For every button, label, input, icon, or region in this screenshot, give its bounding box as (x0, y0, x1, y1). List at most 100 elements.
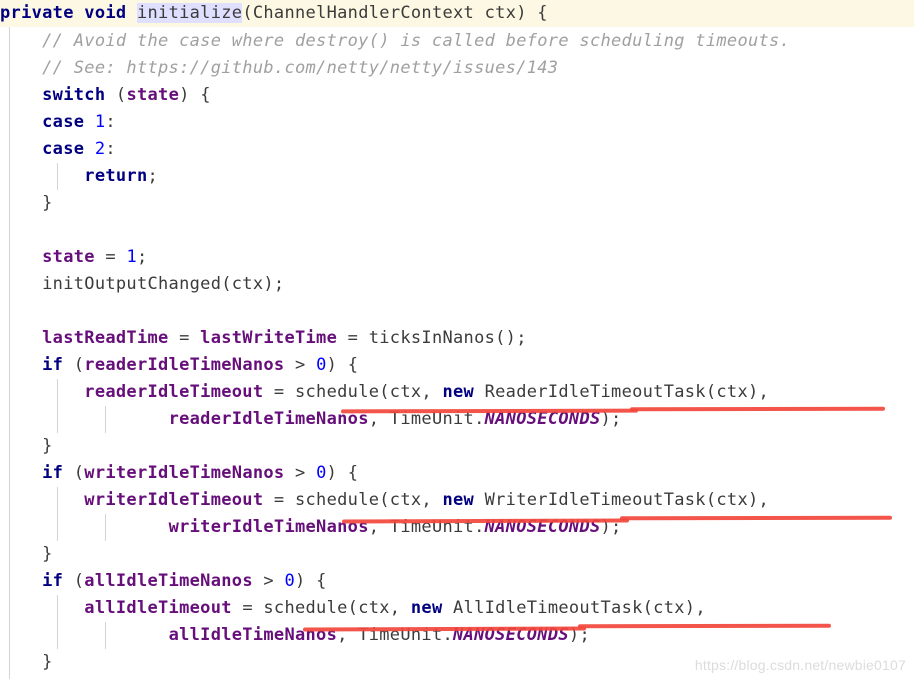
code-line-2[interactable]: // See: https://github.com/netty/netty/i… (0, 55, 558, 82)
reader-underline-seg-2 (629, 406, 886, 412)
code-token-kw: void (84, 3, 137, 23)
code-token-plain: : (105, 112, 116, 132)
code-line-17[interactable]: if (writerIdleTimeNanos > 0) { (0, 460, 358, 487)
code-line-14[interactable]: readerIdleTimeout = schedule(ctx, new Re… (0, 379, 769, 406)
code-token-plain: > (284, 463, 317, 483)
code-token-plain: = (94, 247, 127, 267)
code-token-kw: if (42, 571, 64, 591)
code-token-field: lastWriteTime (200, 328, 338, 348)
code-token-comment: // Avoid the case where destroy() is cal… (0, 31, 791, 51)
code-token-plain: WriterIdleTimeoutTask(ctx), (474, 490, 770, 510)
code-token-field: writerIdleTimeNanos (168, 517, 369, 537)
reader-underline-seg-1 (340, 408, 639, 414)
code-token-plain: = (168, 328, 201, 348)
code-line-20[interactable]: } (0, 541, 53, 568)
code-token-plain: ) { (179, 85, 211, 105)
code-line-8[interactable] (0, 217, 11, 244)
code-line-11[interactable] (0, 298, 11, 325)
code-token-field: state (42, 247, 95, 267)
code-token-plain: } (0, 652, 53, 672)
code-line-9[interactable]: state = 1; (0, 244, 148, 271)
code-token-plain: ) { (326, 463, 359, 483)
all-underline-seg-2 (577, 623, 832, 629)
code-line-18[interactable]: writerIdleTimeout = schedule(ctx, new Wr… (0, 487, 769, 514)
code-token-field: writerIdleTimeout (84, 490, 264, 510)
code-token-plain: ( (105, 85, 127, 105)
code-token-num: 2 (94, 139, 106, 159)
code-token-kw: case (42, 112, 85, 132)
code-token-field: readerIdleTimeNanos (84, 355, 285, 375)
code-token-field: readerIdleTimeNanos (168, 409, 369, 429)
code-token-plain: initOutputChanged(ctx); (0, 274, 285, 294)
code-token-plain: ( (63, 463, 85, 483)
code-token-num: 0 (316, 463, 327, 483)
code-text-layer[interactable]: private void initialize(ChannelHandlerCo… (0, 0, 914, 679)
code-token-field: allIdleTimeNanos (84, 571, 253, 591)
code-token-plain: ; (147, 166, 159, 186)
code-token-plain: > (252, 571, 285, 591)
code-token-kw: new (410, 598, 443, 618)
code-token-kw: new (442, 382, 475, 402)
code-line-5[interactable]: case 2: (0, 136, 116, 163)
code-line-13[interactable]: if (readerIdleTimeNanos > 0) { (0, 352, 358, 379)
code-token-plain: > (284, 355, 317, 375)
code-token-plain: AllIdleTimeoutTask(ctx), (442, 598, 706, 618)
code-token-kw: case (42, 139, 85, 159)
code-token-plain: = schedule(ctx, (263, 490, 443, 510)
code-token-kw: switch (42, 85, 106, 105)
code-line-0[interactable]: private void initialize(ChannelHandlerCo… (0, 0, 548, 27)
watermark-text: https://blog.csdn.net/newbie0107 (694, 657, 906, 673)
code-editor-pane[interactable]: private void initialize(ChannelHandlerCo… (0, 0, 914, 679)
code-token-field: readerIdleTimeout (84, 382, 264, 402)
code-token-kw: if (42, 463, 64, 483)
code-token-num: 1 (94, 112, 106, 132)
code-token-plain: ReaderIdleTimeoutTask(ctx), (474, 382, 770, 402)
code-line-3[interactable]: switch (state) { (0, 82, 211, 109)
code-token-methoddef: initialize (136, 3, 243, 23)
code-line-22[interactable]: allIdleTimeout = schedule(ctx, new AllId… (0, 595, 706, 622)
code-token-plain: ; (136, 247, 148, 267)
code-token-field: lastReadTime (42, 328, 169, 348)
code-line-12[interactable]: lastReadTime = lastWriteTime = ticksInNa… (0, 325, 527, 352)
code-token-plain: } (0, 544, 53, 564)
code-token-plain: : (105, 139, 116, 159)
code-line-10[interactable]: initOutputChanged(ctx); (0, 271, 284, 298)
code-token-num: 0 (316, 355, 327, 375)
code-token-plain: ) { (326, 355, 359, 375)
code-token-kw: return (84, 166, 148, 186)
code-token-plain: ( (63, 355, 85, 375)
code-line-7[interactable]: } (0, 190, 53, 217)
code-token-plain: ) { (295, 571, 327, 591)
code-token-plain: (ChannelHandlerContext ctx) { (242, 3, 548, 23)
code-line-6[interactable]: return; (0, 163, 158, 190)
code-token-kw: private (0, 3, 85, 23)
code-token-plain: ( (63, 571, 85, 591)
code-line-16[interactable]: } (0, 433, 53, 460)
code-line-1[interactable]: // Avoid the case where destroy() is cal… (0, 28, 790, 55)
code-token-num: 1 (126, 247, 137, 267)
code-token-comment: // See: https://github.com/netty/netty/i… (0, 58, 559, 78)
code-line-24[interactable]: } (0, 649, 53, 676)
code-line-21[interactable]: if (allIdleTimeNanos > 0) { (0, 568, 327, 595)
code-token-field: state (126, 85, 180, 105)
code-token-kw: if (42, 355, 64, 375)
code-line-4[interactable]: case 1: (0, 109, 116, 136)
writer-underline-seg-2 (619, 515, 893, 521)
